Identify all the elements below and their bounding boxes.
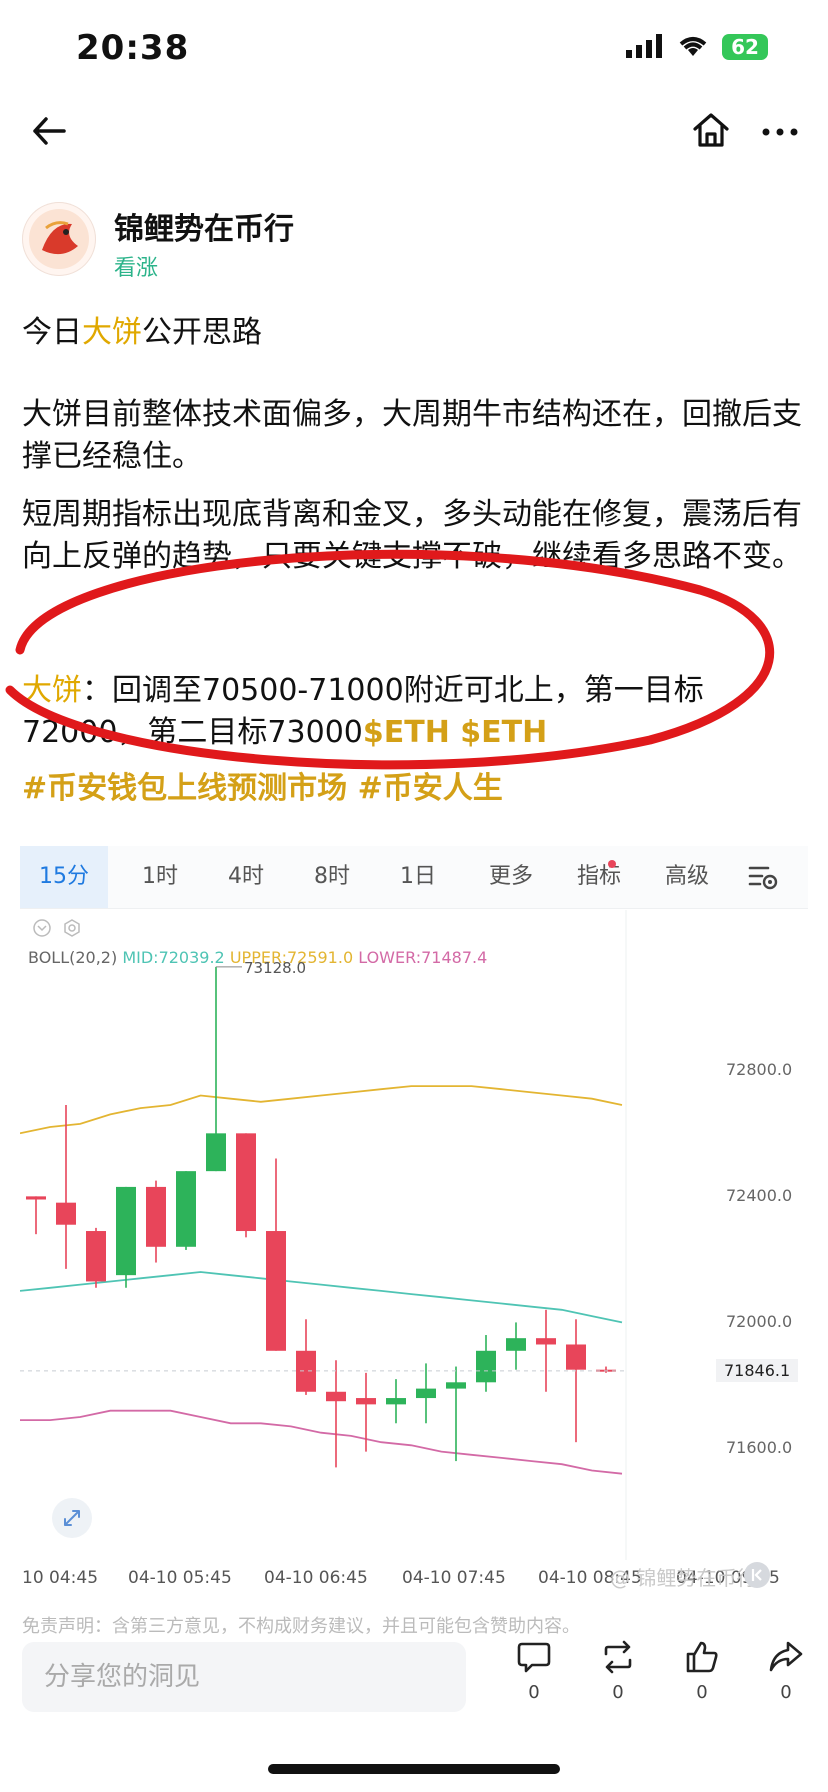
title-highlight[interactable]: 大饼: [82, 315, 142, 350]
thumbs-up-icon: [686, 1641, 718, 1673]
current-price-tag: 71846.1: [716, 1358, 799, 1382]
back-arrow-icon[interactable]: [32, 116, 66, 146]
candle-body: [386, 1398, 406, 1405]
y-tick-label: 72400.0: [726, 1186, 793, 1206]
tab-more[interactable]: 更多: [468, 846, 554, 908]
candle-body: [446, 1382, 466, 1389]
y-tick-label: 72800.0: [726, 1060, 793, 1080]
x-tick-label: 10 04:45: [22, 1568, 99, 1588]
tab-advanced[interactable]: 高级: [644, 846, 730, 908]
scroll-latest-icon[interactable]: [744, 1562, 770, 1588]
share-icon: [769, 1641, 803, 1672]
comment-count: 0: [528, 1682, 540, 1703]
author-name[interactable]: 锦鲤势在币行: [114, 204, 294, 248]
tab-1d[interactable]: 1日: [382, 846, 454, 908]
chart-tabs: 15分 1时 4时 8时 1日 更多 指标 高级: [20, 846, 808, 909]
repost-icon: [604, 1640, 632, 1674]
candle-body: [326, 1391, 346, 1402]
y-tick-label: 71600.0: [726, 1438, 793, 1458]
candle-body: [86, 1231, 106, 1282]
candle-body: [176, 1171, 196, 1247]
repost-count: 0: [612, 1682, 624, 1703]
tab-8h[interactable]: 8时: [296, 846, 368, 908]
more-icon[interactable]: [762, 128, 798, 136]
tab-15m[interactable]: 15分: [20, 846, 108, 908]
candle-body: [476, 1350, 496, 1383]
x-tick-label: 04-10 05:45: [128, 1568, 232, 1588]
candle-body: [416, 1388, 436, 1399]
title-prefix: 今日: [22, 315, 82, 350]
candle-body: [296, 1350, 316, 1392]
candle-body: [566, 1344, 586, 1370]
tab-1h[interactable]: 1时: [124, 846, 196, 908]
wifi-icon: [676, 32, 710, 62]
comment-button[interactable]: 0: [504, 1640, 564, 1703]
status-time: 20:38: [76, 28, 190, 68]
expand-chart-icon[interactable]: [52, 1498, 92, 1538]
candle-body: [206, 1133, 226, 1172]
candle-body: [56, 1202, 76, 1225]
avatar[interactable]: [22, 202, 96, 276]
chart-watermark: @ 锦鲤势在币行: [610, 1566, 757, 1590]
candle-body: [26, 1196, 46, 1200]
sentiment-tag: 看涨: [114, 256, 159, 281]
disclaimer: 免责声明：含第三方意见，不构成财务建议，并且可能包含赞助内容。: [22, 1616, 580, 1637]
candle-body: [356, 1398, 376, 1405]
candlestick-chart[interactable]: 73128.071539.9: [20, 910, 808, 1560]
post-paragraph-1: 大饼目前整体技术面偏多，大周期牛市结构还在，回撤后支撑已经稳住。: [22, 397, 802, 474]
boll-lower-line: [20, 1409, 623, 1475]
post-title: 今日大饼公开思路: [22, 312, 812, 354]
share-insight-input[interactable]: 分享您的洞见: [22, 1642, 466, 1712]
like-count: 0: [696, 1682, 708, 1703]
chart-settings-icon[interactable]: [748, 864, 778, 894]
red-circle-annotation: [5, 549, 774, 770]
candle-body: [536, 1338, 556, 1345]
home-icon[interactable]: [692, 112, 730, 148]
boll-mid-line: [20, 1271, 623, 1324]
share-count: 0: [780, 1682, 792, 1703]
tab-indicators[interactable]: 指标: [556, 846, 642, 908]
repost-button[interactable]: 0: [588, 1640, 648, 1703]
indicator-badge: [608, 860, 616, 868]
high-price-label: 73128.0: [244, 959, 306, 977]
candle-body: [146, 1186, 166, 1247]
comment-icon: [517, 1642, 551, 1673]
title-suffix: 公开思路: [142, 315, 262, 350]
candle-body: [506, 1338, 526, 1351]
boll-upper-line: [20, 1085, 623, 1135]
tab-4h[interactable]: 4时: [210, 846, 282, 908]
signal-icon: [626, 34, 664, 62]
home-indicator: [268, 1764, 560, 1774]
y-tick-label: 72000.0: [726, 1312, 793, 1332]
battery-icon: 62: [722, 34, 768, 60]
share-button[interactable]: 0: [756, 1640, 816, 1703]
x-tick-label: 04-10 06:45: [264, 1568, 368, 1588]
like-button[interactable]: 0: [672, 1640, 732, 1703]
candle-body: [236, 1133, 256, 1232]
x-tick-label: 04-10 07:45: [402, 1568, 506, 1588]
candle-body: [116, 1186, 136, 1276]
candle-body: [266, 1231, 286, 1351]
